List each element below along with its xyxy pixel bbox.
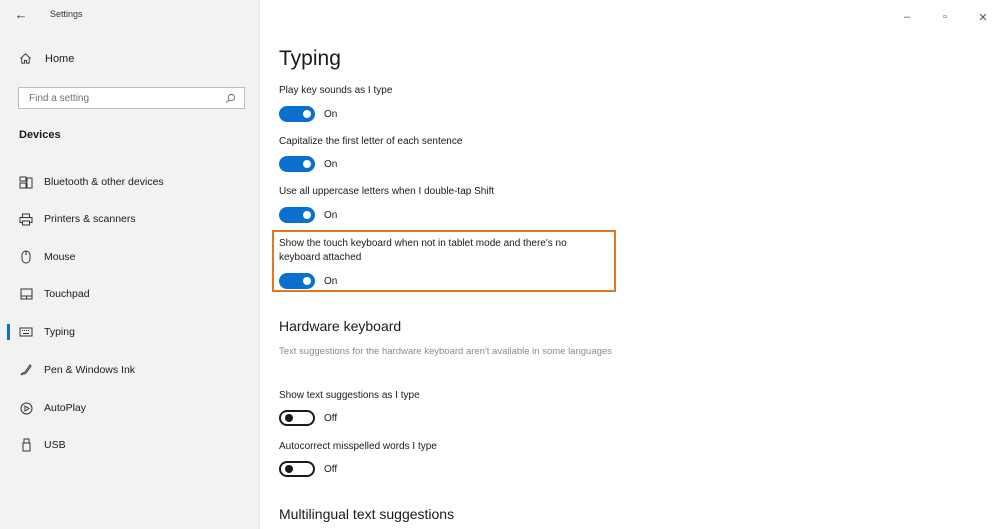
hardware-description: Text suggestions for the hardware keyboa…: [279, 346, 612, 357]
search-icon[interactable]: [225, 93, 236, 104]
toggle-knob: [303, 110, 311, 118]
toggle-row-uppercase: On: [279, 207, 337, 223]
sidebar-item-mouse[interactable]: Mouse: [0, 244, 259, 270]
toggle-row-capitalize: On: [279, 156, 337, 172]
close-icon[interactable]: ✕: [964, 0, 1002, 34]
toggle-state-label: Off: [324, 412, 338, 424]
printer-icon: [18, 213, 34, 226]
section-heading-hardware-keyboard: Hardware keyboard: [279, 318, 402, 334]
sidebar-item-usb[interactable]: USB: [0, 432, 259, 458]
bluetooth-devices-icon: [18, 176, 34, 189]
sidebar-item-bluetooth[interactable]: Bluetooth & other devices: [0, 169, 259, 195]
toggle-key-sounds[interactable]: [279, 106, 315, 122]
toggle-knob: [303, 277, 311, 285]
autoplay-icon: [18, 402, 34, 415]
toggle-autocorrect[interactable]: [279, 461, 315, 477]
setting-label-text-suggestions: Show text suggestions as I type: [279, 390, 420, 401]
setting-label-uppercase: Use all uppercase letters when I double-…: [279, 186, 495, 197]
toggle-row-text-suggestions: Off: [279, 410, 337, 426]
sidebar-item-label: Typing: [44, 326, 75, 338]
keyboard-icon: [18, 327, 34, 337]
toggle-state-label: Off: [324, 463, 338, 475]
sidebar-item-label: Touchpad: [44, 288, 90, 300]
toggle-row-touch-keyboard: On: [279, 273, 337, 289]
sidebar-item-label: USB: [44, 439, 66, 451]
title-bar: ← Settings: [0, 0, 260, 28]
toggle-state-label: On: [324, 108, 338, 120]
mouse-icon: [18, 250, 34, 264]
toggle-capitalize[interactable]: [279, 156, 315, 172]
maximize-icon[interactable]: ▫: [926, 0, 964, 34]
setting-label-autocorrect: Autocorrect misspelled words I type: [279, 441, 437, 452]
toggle-state-label: On: [324, 209, 338, 221]
toggle-knob: [285, 414, 293, 422]
toggle-state-label: On: [324, 158, 338, 170]
search-input[interactable]: [29, 92, 219, 104]
sidebar: ← Settings Home Devices Bluetooth & othe…: [0, 0, 260, 529]
minimize-icon[interactable]: –: [888, 0, 926, 34]
app-title: Settings: [50, 9, 83, 19]
setting-label-key-sounds: Play key sounds as I type: [279, 85, 393, 96]
window-controls: – ▫ ✕: [888, 0, 1002, 34]
section-heading-multilingual: Multilingual text suggestions: [279, 506, 455, 522]
sidebar-item-label: Bluetooth & other devices: [44, 176, 164, 188]
search-box[interactable]: [18, 87, 245, 109]
sidebar-item-label: Pen & Windows Ink: [44, 364, 136, 376]
toggle-row-autocorrect: Off: [279, 461, 337, 477]
page-title: Typing: [279, 47, 341, 70]
toggle-knob: [303, 211, 311, 219]
sidebar-item-touchpad[interactable]: Touchpad: [0, 281, 259, 307]
toggle-state-label: On: [324, 275, 338, 287]
toggle-knob: [303, 160, 311, 168]
sidebar-item-printers[interactable]: Printers & scanners: [0, 206, 259, 232]
home-icon: [19, 52, 35, 65]
usb-icon: [18, 438, 34, 452]
setting-label-capitalize: Capitalize the first letter of each sent…: [279, 136, 463, 147]
sidebar-item-autoplay[interactable]: AutoPlay: [0, 395, 259, 421]
pen-icon: [18, 363, 34, 377]
toggle-uppercase[interactable]: [279, 207, 315, 223]
sidebar-item-label: Mouse: [44, 251, 76, 263]
sidebar-item-typing[interactable]: Typing: [0, 319, 259, 345]
touchpad-icon: [18, 288, 34, 300]
sidebar-item-label: AutoPlay: [44, 402, 87, 414]
section-label-devices: Devices: [19, 129, 61, 141]
sidebar-item-pen[interactable]: Pen & Windows Ink: [0, 357, 259, 383]
toggle-knob: [285, 465, 293, 473]
back-arrow-icon[interactable]: ←: [6, 7, 36, 22]
sidebar-item-home[interactable]: Home: [19, 52, 74, 65]
toggle-touch-keyboard[interactable]: [279, 273, 315, 289]
setting-label-touch-keyboard: Show the touch keyboard when not in tabl…: [279, 238, 567, 263]
selection-indicator: [7, 324, 10, 340]
toggle-row-key-sounds: On: [279, 106, 337, 122]
toggle-text-suggestions[interactable]: [279, 410, 315, 426]
sidebar-item-label: Printers & scanners: [44, 213, 136, 225]
home-label: Home: [45, 52, 75, 65]
